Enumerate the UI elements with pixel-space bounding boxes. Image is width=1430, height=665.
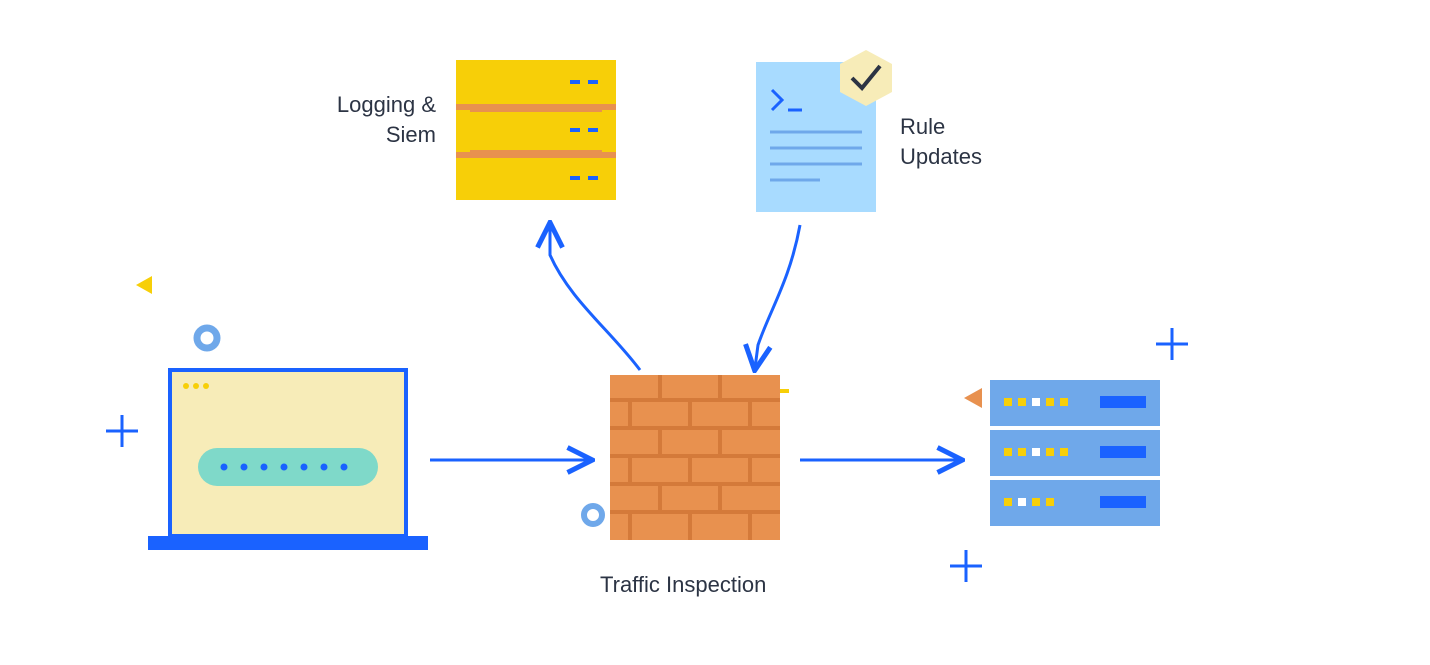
firewall-label: Traffic Inspection xyxy=(600,570,766,600)
plus-icon xyxy=(106,415,138,447)
diagram-canvas xyxy=(0,0,1430,665)
triangle-icon xyxy=(136,276,152,294)
siem-server-icon xyxy=(456,60,616,200)
client-laptop-icon xyxy=(148,370,428,550)
firewall-icon xyxy=(610,375,780,540)
gear-icon xyxy=(584,506,602,524)
plus-icon xyxy=(1156,328,1188,360)
triangle-icon xyxy=(964,388,982,408)
arrow-firewall-to-siem xyxy=(550,225,640,370)
arrow-rules-to-firewall xyxy=(755,225,800,368)
rules-document-icon xyxy=(756,50,892,212)
plus-icon xyxy=(950,550,982,582)
server-rack-icon xyxy=(990,380,1160,526)
rules-label: Rule Updates xyxy=(900,112,982,171)
siem-label: Logging & Siem xyxy=(286,90,436,149)
gear-icon xyxy=(197,328,217,348)
